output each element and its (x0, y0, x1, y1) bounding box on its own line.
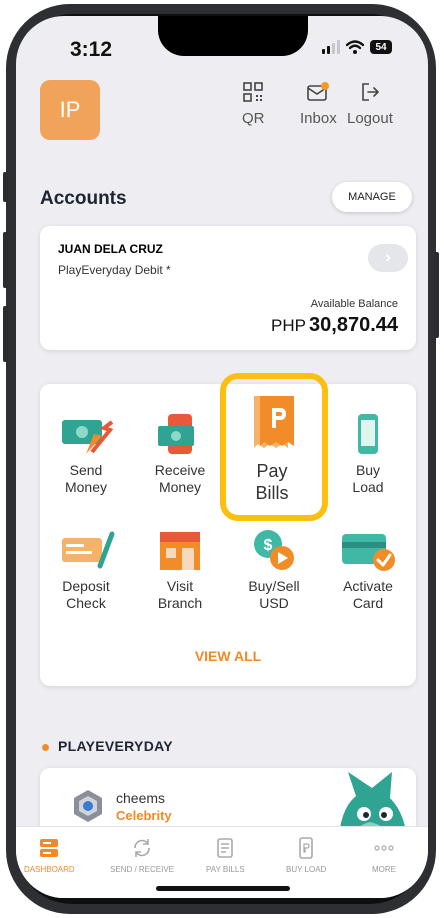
inbox-button[interactable]: Inbox (300, 82, 337, 127)
logout-label: Logout (347, 110, 393, 127)
playeveryday-title: PLAYEVERYDAY (58, 738, 173, 754)
service-label-line2: Branch (157, 595, 203, 611)
service-label-line1: Deposit (62, 578, 110, 594)
mobile-icon (358, 414, 378, 454)
service-label-line1: Activate (343, 578, 393, 594)
nav-dashboard[interactable]: DASHBOARD (24, 837, 75, 874)
service-label-line2: Money (64, 479, 108, 495)
buy-sell-usd-button[interactable]: $ Buy/Sell USD (230, 528, 318, 612)
nav-send-receive-label: SEND / RECEIVE (110, 865, 175, 874)
section-dot (42, 744, 49, 751)
inbox-label: Inbox (300, 110, 337, 127)
visit-branch-button[interactable]: Visit Branch (136, 528, 224, 612)
card-check-icon (342, 534, 395, 571)
service-label-line1: Buy (355, 462, 381, 478)
phone-side-button (3, 172, 8, 202)
nav-buy-load[interactable]: BUY LOAD (286, 837, 326, 874)
signal-icon (322, 40, 340, 54)
receive-money-button[interactable]: Receive Money (136, 412, 224, 496)
nav-more[interactable]: MORE (372, 837, 396, 874)
qr-icon (243, 82, 264, 102)
playeveryday-username: cheems (116, 790, 166, 806)
accounts-title: Accounts (40, 188, 127, 209)
bank-branch-icon (160, 532, 200, 570)
battery-icon: 54 (370, 40, 392, 54)
available-balance-label: Available Balance (310, 298, 398, 310)
mail-icon (307, 82, 330, 101)
service-label-line1: Send (69, 462, 103, 478)
pay-bills-highlight (220, 373, 328, 521)
qr-button[interactable]: QR (242, 82, 265, 127)
usd-coin-icon: $ (254, 530, 294, 570)
dashboard-icon (40, 839, 59, 857)
phone-power-button (434, 252, 439, 338)
avatar[interactable]: IP (40, 80, 100, 140)
qr-label: QR (242, 110, 265, 127)
wifi-icon (346, 40, 364, 54)
account-card[interactable]: JUAN DELA CRUZ PlayEveryday Debit * › Av… (40, 226, 416, 350)
deposit-check-button[interactable]: Deposit Check (42, 528, 130, 612)
service-label-line2: Load (352, 479, 384, 495)
service-label-line1: Receive (154, 462, 206, 478)
badge-icon (74, 790, 102, 822)
home-indicator (156, 886, 290, 891)
nav-pay-bills[interactable]: PAY BILLS (206, 837, 245, 874)
nav-pay-bills-label: PAY BILLS (206, 865, 245, 874)
nav-more-label: MORE (372, 865, 396, 874)
receipt-icon (217, 838, 234, 858)
svg-text:$: $ (264, 537, 273, 554)
service-label-line2: USD (259, 595, 289, 611)
balance-amount: 30,870.44 (309, 314, 398, 336)
dynamic-island (158, 16, 308, 56)
status-time: 3:12 (70, 38, 113, 61)
service-label-line2: Money (158, 479, 202, 495)
service-label-line1: Buy/Sell (248, 578, 300, 594)
available-balance: PHP 30,870.44 (271, 314, 398, 337)
refresh-arrows-icon (134, 839, 150, 857)
service-label-line2: Card (352, 595, 384, 611)
nav-buy-load-label: BUY LOAD (286, 865, 327, 874)
nav-send-receive[interactable]: SEND / RECEIVE (110, 837, 174, 874)
mobile-load-icon (299, 837, 313, 859)
phone-volume-down-button (3, 306, 8, 362)
account-type: PlayEveryday Debit * (58, 263, 171, 277)
send-money-button[interactable]: Send Money (42, 412, 130, 496)
check-pen-icon (62, 531, 115, 569)
logout-button[interactable]: Logout (347, 82, 393, 127)
status-icons: 54 (322, 40, 392, 54)
service-label-line2: Check (66, 595, 106, 611)
phone-cash-icon (158, 414, 194, 454)
view-all-link[interactable]: VIEW ALL (40, 648, 416, 664)
buy-load-button[interactable]: Buy Load (324, 412, 412, 496)
logout-icon (362, 83, 379, 101)
service-label-line1: Visit (166, 578, 194, 594)
phone-volume-up-button (3, 232, 8, 288)
balance-currency: PHP (271, 316, 307, 335)
chevron-right-icon[interactable]: › (368, 244, 408, 272)
activate-card-button[interactable]: Activate Card (324, 528, 412, 612)
more-dots-icon (374, 845, 394, 851)
playeveryday-tier: Celebrity (116, 808, 172, 823)
nav-dashboard-label: DASHBOARD (24, 865, 75, 874)
account-holder-name: JUAN DELA CRUZ (58, 242, 163, 256)
cash-send-icon (62, 420, 114, 454)
manage-button[interactable]: MANAGE (332, 182, 412, 212)
app-screen: 3:12 54 IP QR Inbox Logout Accounts MANA… (16, 16, 428, 898)
